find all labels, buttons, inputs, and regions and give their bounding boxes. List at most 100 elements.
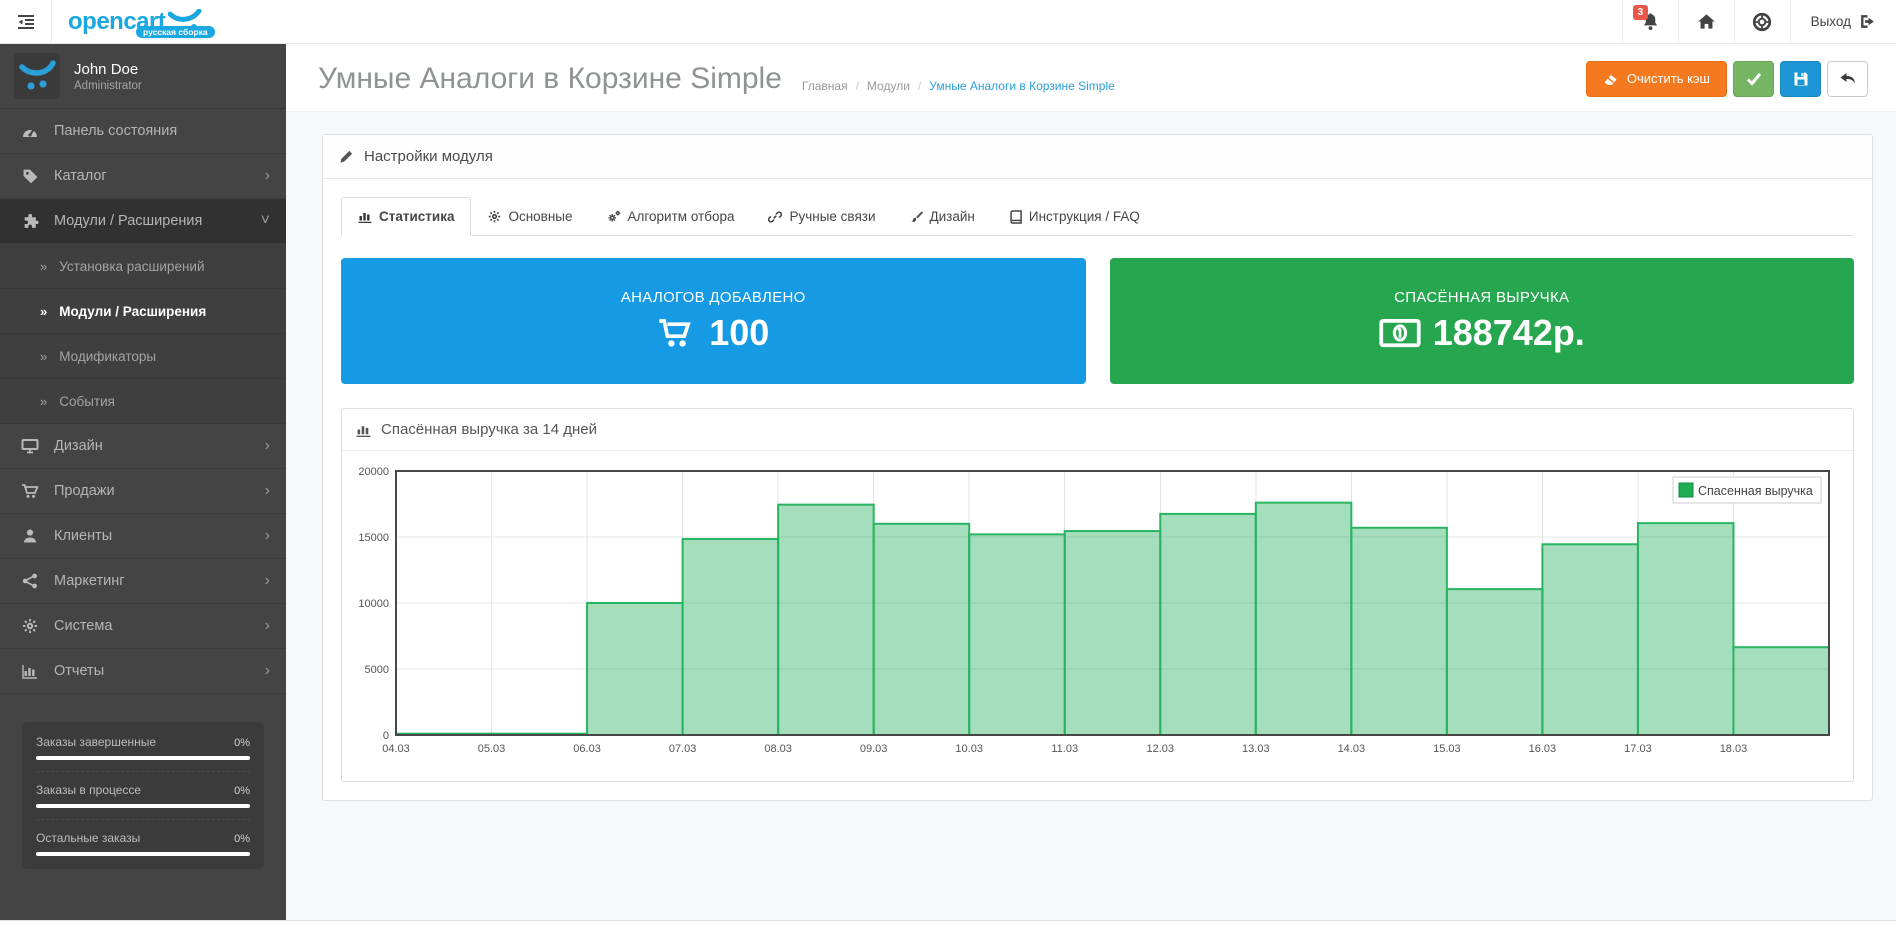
notifications-button[interactable]: 3 — [1622, 0, 1678, 43]
gears-icon — [607, 210, 621, 223]
sidebar-subitem-modules[interactable]: » Модули / Расширения — [0, 289, 286, 334]
apply-button[interactable] — [1733, 61, 1774, 97]
submenu-arrow-icon: » — [40, 394, 47, 409]
topbar: opencart русская сборка 3 Выход — [0, 0, 1896, 44]
sidebar-subitem-extension-installer[interactable]: » Установка расширений — [0, 244, 286, 289]
stat-percent: 0% — [234, 785, 250, 797]
tab-design[interactable]: Дизайн — [893, 197, 992, 236]
revenue-chart: 0500010000150002000004.0305.0306.0307.03… — [342, 451, 1853, 781]
check-icon — [1746, 72, 1762, 86]
life-ring-icon — [1752, 12, 1772, 32]
user-icon — [18, 528, 42, 544]
sidebar-item-design[interactable]: Дизайн › — [0, 424, 286, 469]
share-icon — [18, 573, 42, 589]
panel-title: Настройки модуля — [364, 148, 493, 165]
sidebar-item-system[interactable]: Система › — [0, 604, 286, 649]
svg-text:16.03: 16.03 — [1529, 743, 1557, 755]
logo-subtitle: русская сборка — [136, 26, 215, 38]
tab-algorithm[interactable]: Алгоритм отбора — [590, 197, 752, 236]
support-button[interactable] — [1734, 0, 1790, 43]
sidebar-item-extensions[interactable]: Модули / Расширения ˅ — [0, 199, 286, 244]
svg-text:5000: 5000 — [365, 664, 389, 676]
sidebar-item-catalog[interactable]: Каталог › — [0, 154, 286, 199]
page-header: Умные Аналоги в Корзине Simple Главная /… — [286, 44, 1896, 112]
back-arrow-icon — [1839, 72, 1856, 86]
stat-percent: 0% — [234, 737, 250, 749]
sidebar-item-dashboard[interactable]: Панель состояния — [0, 109, 286, 154]
clear-cache-button[interactable]: Очистить кэш — [1586, 61, 1727, 97]
order-stats-box: Заказы завершенные 0% Заказы в процессе … — [22, 722, 264, 869]
svg-text:09.03: 09.03 — [860, 743, 888, 755]
progress-bar — [36, 852, 250, 856]
svg-text:10.03: 10.03 — [955, 743, 983, 755]
svg-text:15000: 15000 — [358, 532, 389, 544]
chevron-right-icon: › — [265, 483, 270, 499]
svg-text:20000: 20000 — [358, 466, 389, 478]
puzzle-icon — [18, 213, 42, 230]
notification-badge: 3 — [1633, 5, 1649, 20]
stat-row-completed: Заказы завершенные 0% — [36, 724, 250, 760]
bar-chart-icon — [356, 423, 371, 437]
svg-text:11.03: 11.03 — [1051, 743, 1078, 755]
floppy-icon — [1793, 71, 1809, 87]
breadcrumb-current[interactable]: Умные Аналоги в Корзине Simple — [929, 79, 1115, 93]
gear-icon — [18, 618, 42, 634]
chevron-right-icon: › — [265, 618, 270, 634]
sidebar-subitem-modifications[interactable]: » Модификаторы — [0, 334, 286, 379]
chevron-right-icon: › — [265, 663, 270, 679]
logout-button[interactable]: Выход — [1790, 0, 1896, 43]
svg-text:05.03: 05.03 — [478, 743, 506, 755]
sidebar-item-reports[interactable]: Отчеты › — [0, 649, 286, 694]
chart-title: Спасённая выручка за 14 дней — [381, 421, 597, 438]
breadcrumb-modules[interactable]: Модули — [867, 79, 910, 93]
breadcrumb-home[interactable]: Главная — [802, 79, 848, 93]
sidebar-item-customers[interactable]: Клиенты › — [0, 514, 286, 559]
svg-text:14.03: 14.03 — [1338, 743, 1366, 755]
save-button[interactable] — [1780, 61, 1821, 97]
pencil-icon — [339, 149, 354, 164]
user-profile: John Doe Administrator — [0, 44, 286, 109]
sidebar-item-marketing[interactable]: Маркетинг › — [0, 559, 286, 604]
revenue-chart-panel: Спасённая выручка за 14 дней 0 5000 10000 1… — [341, 408, 1854, 782]
module-settings-panel: Настройки модуля Статистика — [322, 134, 1873, 801]
sidebar-menu: Панель состояния Каталог › Модули / Расш… — [0, 109, 286, 694]
tab-manual-links[interactable]: Ручные связи — [751, 197, 892, 236]
svg-text:07.03: 07.03 — [669, 743, 697, 755]
svg-text:18.03: 18.03 — [1720, 743, 1748, 755]
analogs-added-card: АНАЛОГОВ ДОБАВЛЕНО 100 — [341, 258, 1086, 384]
saved-revenue-value: 188742р. — [1433, 312, 1585, 354]
eraser-icon — [1603, 72, 1619, 86]
topbar-actions: 3 Выход — [1622, 0, 1896, 43]
tabs: Статистика Основные Алгори — [341, 197, 1854, 236]
svg-text:0: 0 — [383, 730, 389, 742]
sidebar-item-sales[interactable]: Продажи › — [0, 469, 286, 514]
svg-text:10000: 10000 — [358, 598, 389, 610]
sidebar-subitem-events[interactable]: » События — [0, 379, 286, 424]
back-button[interactable] — [1827, 61, 1868, 97]
analogs-count: 100 — [709, 312, 769, 354]
svg-text:06.03: 06.03 — [573, 743, 601, 755]
tab-faq[interactable]: Инструкция / FAQ — [992, 197, 1157, 236]
tab-general[interactable]: Основные — [471, 197, 589, 236]
user-name: John Doe — [74, 61, 142, 78]
chevron-down-icon: ˅ — [261, 213, 270, 229]
link-icon — [768, 210, 782, 224]
sidebar: John Doe Administrator Панель состояния … — [0, 44, 286, 920]
panel-heading: Настройки модуля — [323, 135, 1872, 179]
home-button[interactable] — [1678, 0, 1734, 43]
chevron-right-icon: › — [265, 528, 270, 544]
dashboard-icon — [18, 124, 42, 139]
chevron-right-icon: › — [265, 438, 270, 454]
sidebar-toggle-button[interactable] — [0, 0, 52, 43]
avatar — [14, 53, 60, 99]
svg-text:15.03: 15.03 — [1433, 743, 1461, 755]
submenu-arrow-icon: » — [40, 304, 47, 319]
tab-statistics[interactable]: Статистика — [341, 197, 471, 236]
cart-icon — [657, 317, 697, 349]
stat-percent: 0% — [234, 833, 250, 845]
monitor-icon — [18, 438, 42, 454]
opencart-logo[interactable]: opencart русская сборка — [68, 0, 202, 43]
chevron-right-icon: › — [265, 573, 270, 589]
progress-bar — [36, 804, 250, 808]
bar-chart-icon — [358, 210, 372, 223]
